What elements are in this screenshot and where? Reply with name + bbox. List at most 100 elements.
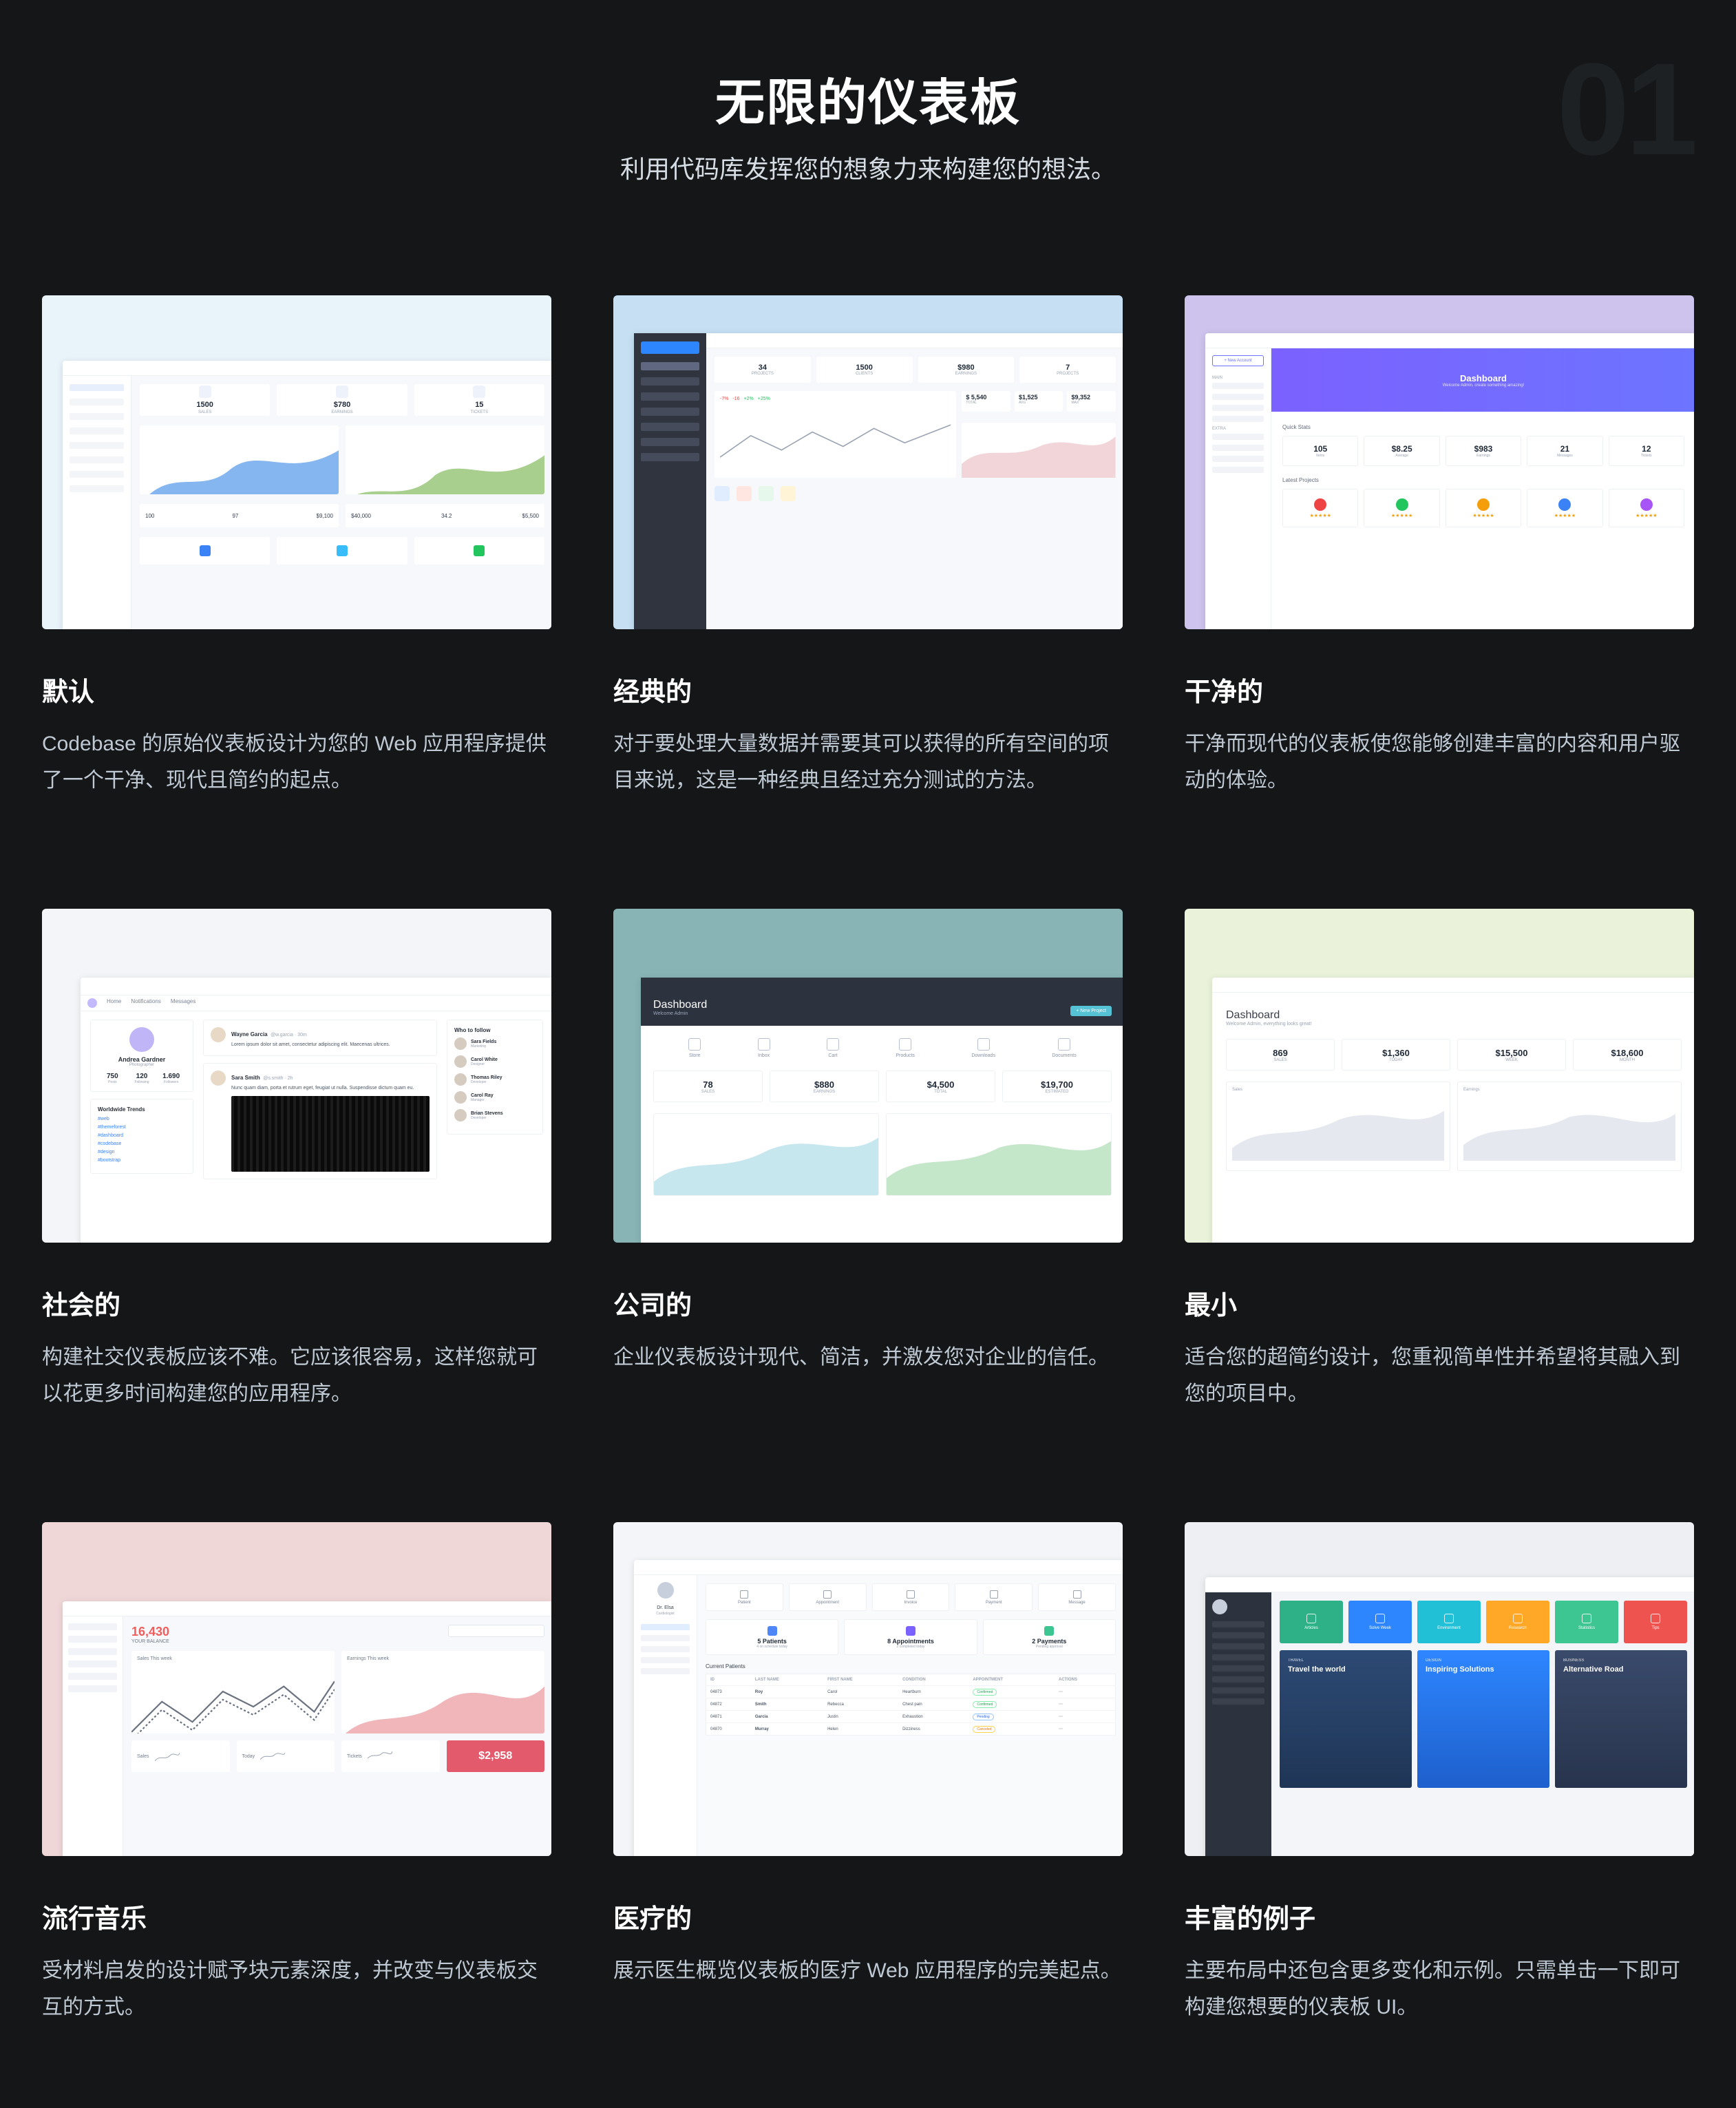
stat-label: CLIENTS bbox=[856, 372, 873, 376]
stat-value: 105 bbox=[1313, 444, 1327, 454]
mini-val: $40,000 bbox=[351, 513, 371, 519]
action-label: Invoice bbox=[904, 1601, 917, 1605]
tile: Research bbox=[1486, 1601, 1549, 1643]
profile-job: Photographer bbox=[129, 1063, 154, 1067]
section-number: 01 bbox=[1557, 34, 1694, 185]
balance-label: YOUR BALANCE bbox=[131, 1639, 169, 1644]
tile: Articles bbox=[1280, 1601, 1343, 1643]
person-job: Manager bbox=[471, 1098, 494, 1102]
ts-lbl: AVG bbox=[1019, 401, 1059, 405]
person-job: Designer bbox=[471, 1062, 498, 1066]
trend: #codebase bbox=[98, 1141, 186, 1146]
table-row: 04871GarciaJustinExhaustionPending⋯ bbox=[706, 1711, 1116, 1723]
table-row: 04870MurrayHelenDizzinessCanceled⋯ bbox=[706, 1723, 1116, 1736]
dashboard-thumb-default[interactable]: 1500SALES $780EARNINGS 15TICKETS 10097$9… bbox=[42, 295, 551, 629]
profile-name: Andrea Gardner bbox=[118, 1056, 166, 1063]
post-image bbox=[231, 1096, 430, 1172]
card-desc: 干净而现代的仪表板使您能够创建丰富的内容和用户驱动的体验。 bbox=[1185, 726, 1694, 799]
mini-val: 97 bbox=[232, 513, 238, 519]
stat-label: PROJECTS bbox=[1057, 372, 1079, 376]
pstat: 120 bbox=[127, 1073, 157, 1080]
avatar bbox=[657, 1582, 674, 1599]
table-title: Current Patients bbox=[706, 1663, 1116, 1669]
post-handle: @w.garcia · 30m bbox=[271, 1033, 307, 1037]
sum-lbl: 4 on schedule today bbox=[756, 1645, 787, 1649]
dashboard-thumb-social[interactable]: HomeNotificationsMessages Andrea Gardner… bbox=[42, 909, 551, 1243]
action-label: Patient bbox=[738, 1601, 751, 1605]
stat-value: $15,500 bbox=[1496, 1048, 1528, 1058]
card-title: 丰富的例子 bbox=[1185, 1897, 1694, 1935]
post-name: Sara Smith bbox=[231, 1075, 260, 1081]
page-title: 无限的仪表板 bbox=[42, 62, 1694, 134]
mini-val: 100 bbox=[145, 513, 154, 519]
ts-lbl: MAX bbox=[1071, 401, 1112, 405]
dashboard-thumb-corporate[interactable]: DashboardWelcome Admin+ New Project Stor… bbox=[613, 909, 1123, 1243]
nav-icon-label: Documents bbox=[1052, 1053, 1076, 1058]
th: CONDITION bbox=[898, 1674, 968, 1686]
dashboard-thumb-classic[interactable]: 34PROJECTS 1500CLIENTS $980EARNINGS 7PRO… bbox=[613, 295, 1123, 629]
stat-label: EARNINGS bbox=[955, 372, 977, 376]
trend: #web bbox=[98, 1117, 186, 1121]
hero-tile: BUSINESSAlternative Road bbox=[1555, 1650, 1687, 1788]
avatar bbox=[1212, 1599, 1227, 1614]
hero-tile: DESIGNInspiring Solutions bbox=[1417, 1650, 1549, 1788]
dash-sub: Welcome Admin, everything looks great! bbox=[1226, 1022, 1682, 1026]
stat-value: 21 bbox=[1560, 444, 1569, 454]
mini-val: $9,100 bbox=[317, 513, 333, 519]
search-input bbox=[448, 1625, 544, 1637]
tile: Statistics bbox=[1555, 1601, 1618, 1643]
stat-label: TODAY bbox=[1389, 1058, 1403, 1062]
avatar bbox=[129, 1027, 154, 1052]
person-job: Developer bbox=[471, 1116, 503, 1120]
group-label: EXTRA bbox=[1212, 427, 1264, 431]
card-title: 经典的 bbox=[613, 671, 1123, 708]
tile: Tips bbox=[1624, 1601, 1687, 1643]
trend: #bootstrap bbox=[98, 1158, 186, 1163]
doctor-name: Dr. Elsa bbox=[641, 1605, 690, 1610]
dashboard-thumb-rich[interactable]: ArticlesSolve WeekEnvironmentResearchSta… bbox=[1185, 1522, 1694, 1856]
sum-lbl: Pending approval bbox=[1036, 1645, 1063, 1649]
ts-val: $ 5,540 bbox=[966, 394, 1006, 401]
post-handle: @s.smith · 2h bbox=[263, 1076, 293, 1081]
card-desc: 展示医生概览仪表板的医疗 Web 应用程序的完美起点。 bbox=[613, 1953, 1123, 1990]
page-subtitle: 利用代码库发挥您的想象力来构建您的想法。 bbox=[42, 149, 1694, 185]
dash-title: Dashboard bbox=[653, 999, 707, 1011]
th: APPOINTMENT bbox=[968, 1674, 1055, 1686]
post-name: Wayne Garcia bbox=[231, 1031, 268, 1037]
stat-value: $18,600 bbox=[1611, 1048, 1644, 1058]
nav-icon-label: Products bbox=[896, 1053, 915, 1058]
stat-value: 78 bbox=[703, 1079, 712, 1090]
dashboard-thumb-medical[interactable]: Dr. Elsa Cardiologist Patient Appointmen… bbox=[613, 1522, 1123, 1856]
tab: Messages bbox=[171, 998, 195, 1008]
card-title: 社会的 bbox=[42, 1284, 551, 1322]
nav-icon-label: Store bbox=[689, 1053, 701, 1058]
ts-val: $1,525 bbox=[1019, 394, 1059, 401]
card-title: 流行音乐 bbox=[42, 1897, 551, 1935]
stat-value: 15 bbox=[475, 401, 483, 409]
pstat: 750 bbox=[98, 1073, 127, 1080]
card-desc: 构建社交仪表板应该不难。它应该很容易，这样您就可以花更多时间构建您的应用程序。 bbox=[42, 1340, 551, 1412]
dashboard-thumb-clean[interactable]: + New Account MAIN EXTRA DashboardWelcom… bbox=[1185, 295, 1694, 629]
card-title: 默认 bbox=[42, 671, 551, 708]
sum-val: 5 Patients bbox=[757, 1638, 787, 1645]
dashboard-thumb-minimal[interactable]: DashboardWelcome Admin, everything looks… bbox=[1185, 909, 1694, 1243]
th: LAST NAME bbox=[751, 1674, 823, 1686]
stat-value: 869 bbox=[1273, 1048, 1288, 1058]
table-row: 04872SmithRebeccaChest painConfirmed⋯ bbox=[706, 1698, 1116, 1711]
trend: #dashboard bbox=[98, 1133, 186, 1138]
dashboard-thumb-pop[interactable]: 16,430YOUR BALANCE Sales This week Earni… bbox=[42, 1522, 551, 1856]
person-job: Developer bbox=[471, 1080, 502, 1084]
stat-value: $19,700 bbox=[1041, 1079, 1073, 1090]
hero-sub: Welcome Admin, create something amazing! bbox=[1443, 383, 1525, 388]
pstat: 1.690 bbox=[156, 1073, 186, 1080]
card-desc: 主要布局中还包含更多变化和示例。只需单击一下即可构建您想要的仪表板 UI。 bbox=[1185, 1953, 1694, 2025]
pstat-l: Following bbox=[127, 1080, 157, 1084]
stat-label: WEEK bbox=[1505, 1058, 1518, 1062]
stat-value: 7 bbox=[1066, 363, 1070, 372]
trend: #design bbox=[98, 1150, 186, 1155]
action-label: Appointment bbox=[816, 1601, 839, 1605]
stat-value: $780 bbox=[334, 401, 350, 409]
person-name: Carol White bbox=[471, 1057, 498, 1062]
card-desc: Codebase 的原始仪表板设计为您的 Web 应用程序提供了一个干净、现代且… bbox=[42, 726, 551, 799]
stat-value: 1500 bbox=[856, 363, 872, 372]
